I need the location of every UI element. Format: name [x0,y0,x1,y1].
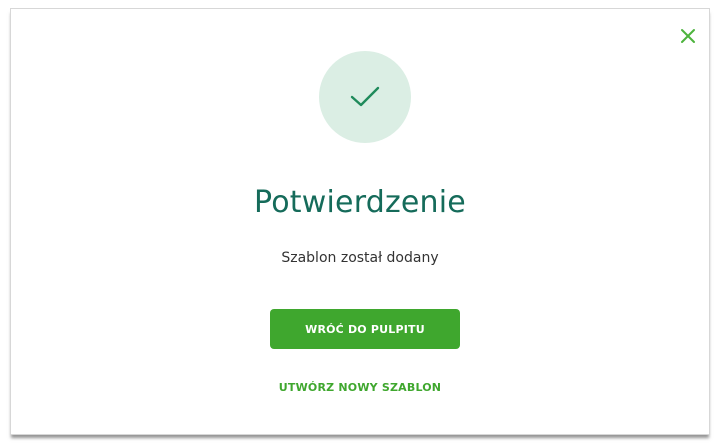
confirmation-message: Szablon został dodany [281,250,439,266]
create-new-template-link[interactable]: UTWÓRZ NOWY SZABLON [11,381,709,394]
close-button[interactable] [675,23,701,49]
dialog-title: Potwierdzenie [254,185,466,220]
back-to-dashboard-button[interactable]: WRÓĆ DO PULPITU [270,309,460,349]
checkmark-icon [350,86,380,107]
success-badge [319,51,411,143]
confirmation-dialog: Potwierdzenie Szablon został dodany WRÓĆ… [10,8,710,435]
close-icon [681,29,695,43]
